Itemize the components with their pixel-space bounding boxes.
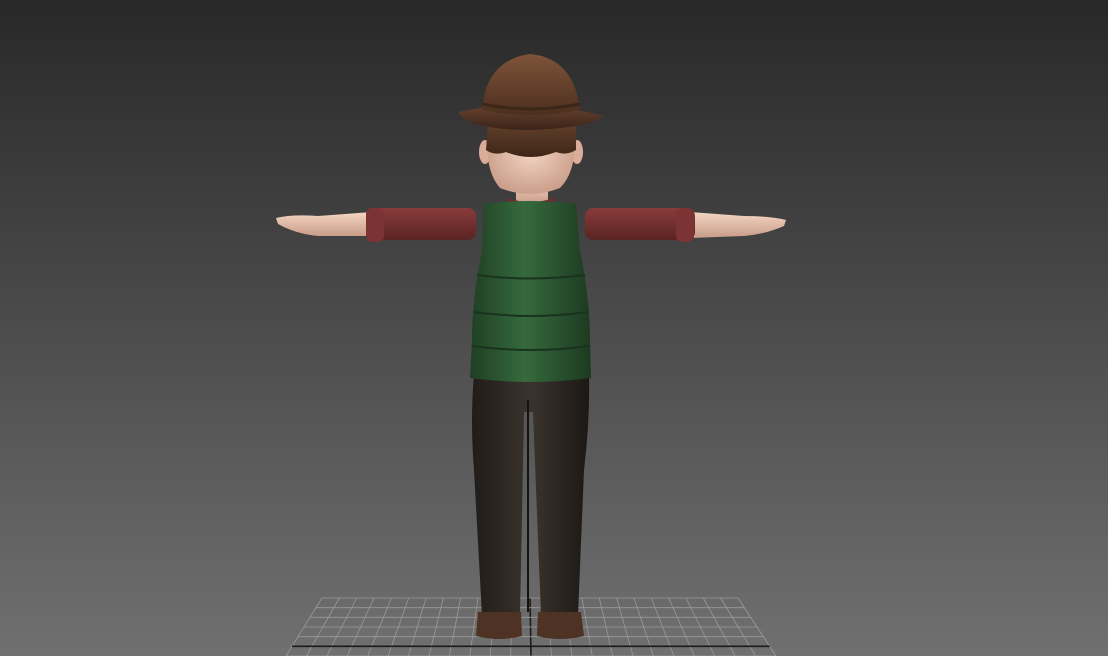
vest <box>470 201 591 382</box>
3d-viewport[interactable] <box>0 0 1108 656</box>
viewport-canvas[interactable] <box>0 0 1108 656</box>
